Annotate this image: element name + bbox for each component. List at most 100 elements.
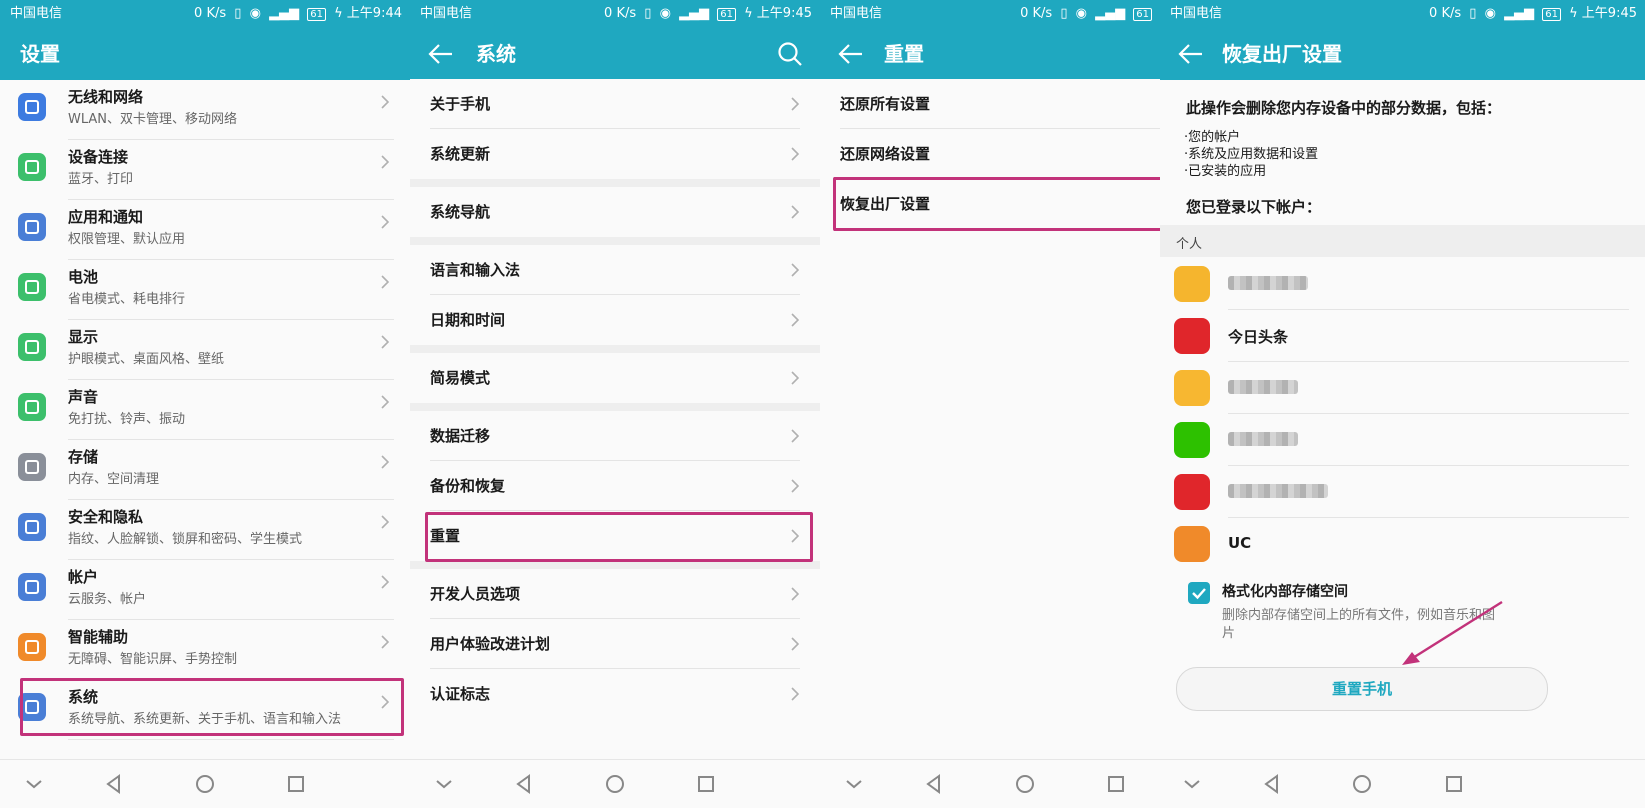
system-item[interactable]: 用户体验改进计划 (410, 619, 820, 669)
reset-item[interactable]: 还原网络设置 (820, 129, 1160, 179)
account-item: UC (1160, 518, 1645, 570)
status-indicators: 0 K/s ▯ ◉ ▂▄▆ 61 (1020, 0, 1152, 28)
nav-recents-icon[interactable] (284, 772, 308, 796)
nav-back-icon[interactable] (1260, 772, 1284, 796)
section-personal: 个人 (1176, 237, 1203, 252)
account-icon (18, 573, 46, 601)
status-indicators: 0 K/s ▯ ◉ ▂▄▆ 61 ϟ 上午9:44 (194, 0, 402, 28)
battery-level: 61 (1133, 8, 1152, 21)
nav-recents-icon[interactable] (694, 772, 718, 796)
group-gap (410, 403, 820, 411)
mail-icon (1174, 370, 1210, 406)
carrier-label: 中国电信 (10, 6, 63, 21)
chevron-right-icon (791, 371, 800, 385)
nav-home-icon[interactable] (1350, 772, 1374, 796)
nav-home-icon[interactable] (603, 772, 627, 796)
nav-bar (410, 759, 820, 808)
chevron-right-icon (381, 575, 390, 589)
back-arrow-icon[interactable] (1176, 40, 1206, 68)
redacted-account-name (1228, 380, 1298, 394)
app-bar: 恢复出厂设置 (1160, 28, 1645, 80)
nav-back-icon[interactable] (512, 772, 536, 796)
system-item-label: 开发人员选项 (430, 585, 521, 603)
settings-item-title: 设备连接 (68, 148, 129, 166)
reset-item[interactable]: 还原所有设置 (820, 79, 1160, 129)
nav-recents-icon[interactable] (1104, 772, 1128, 796)
system-item[interactable]: 日期和时间 (410, 295, 820, 345)
nav-home-icon[interactable] (1013, 772, 1037, 796)
settings-item-title: 存储 (68, 448, 99, 466)
settings-item-subtitle: 省电模式、耗电排行 (68, 292, 186, 307)
system-item-label: 日期和时间 (430, 311, 506, 329)
wechat-icon (1174, 422, 1210, 458)
settings-item[interactable]: 电池省电模式、耗电排行 (0, 260, 410, 320)
search-icon[interactable] (776, 40, 804, 68)
app-bar: 重置 (820, 28, 1160, 80)
system-item[interactable]: 系统更新 (410, 129, 820, 179)
nav-recents-icon[interactable] (1442, 772, 1466, 796)
pointer-arrow-icon (1402, 600, 1503, 665)
account-name: 今日头条 (1228, 328, 1289, 346)
settings-item[interactable]: 智能辅助 无障碍、智能识屏、手势控制 (0, 620, 410, 680)
settings-item[interactable]: 应用和通知 权限管理、默认应用 (0, 200, 410, 260)
back-arrow-icon[interactable] (426, 40, 456, 68)
settings-item[interactable]: 帐户 云服务、帐户 (0, 560, 410, 620)
nav-collapse-icon[interactable] (432, 772, 456, 796)
back-arrow-icon[interactable] (836, 40, 866, 68)
settings-item[interactable]: 无线和网络 WLAN、双卡管理、移动网络 (0, 80, 410, 140)
clock: 上午9:45 (1581, 6, 1637, 21)
chevron-right-icon (381, 395, 390, 409)
account-item (1160, 258, 1645, 310)
settings-item-subtitle: WLAN、双卡管理、移动网络 (68, 112, 238, 127)
page-title: 系统 (476, 42, 516, 66)
redacted-account-name (1228, 432, 1298, 446)
system-item[interactable]: 系统导航 (410, 187, 820, 237)
chevron-right-icon (791, 205, 800, 219)
battery-level: 61 (1542, 8, 1561, 21)
settings-item-title: 应用和通知 (68, 208, 144, 226)
system-item-label: 语言和输入法 (430, 261, 521, 279)
settings-item[interactable]: 设备连接 蓝牙、打印 (0, 140, 410, 200)
nav-collapse-icon[interactable] (22, 772, 46, 796)
settings-item[interactable]: 存储 内存、空间清理 (0, 440, 410, 500)
system-item[interactable]: 关于手机 (410, 79, 820, 129)
nav-back-icon[interactable] (102, 772, 126, 796)
settings-item-title: 电池 (68, 268, 99, 286)
chevron-right-icon (791, 479, 800, 493)
device-connect-icon (18, 153, 46, 181)
nav-collapse-icon[interactable] (1180, 772, 1204, 796)
settings-item[interactable]: 显示 护眼模式、桌面风格、壁纸 (0, 320, 410, 380)
settings-item[interactable]: 声音 免打扰、铃声、振动 (0, 380, 410, 440)
system-item[interactable]: 数据迁移 (410, 411, 820, 461)
chevron-right-icon (791, 687, 800, 701)
battery-level: 61 (717, 8, 736, 21)
chevron-right-icon (791, 147, 800, 161)
chevron-right-icon (791, 637, 800, 651)
system-item[interactable]: 认证标志 (410, 669, 820, 719)
reset-item-label: 还原网络设置 (840, 145, 931, 163)
settings-item-title: 智能辅助 (68, 628, 129, 646)
nav-back-icon[interactable] (922, 772, 946, 796)
clock: 上午9:44 (346, 6, 402, 21)
shield-icon (18, 513, 46, 541)
huawei-icon (1174, 474, 1210, 510)
nav-collapse-icon[interactable] (842, 772, 866, 796)
highlight-factory-reset (833, 177, 1160, 231)
logged-in-label: 您已登录以下帐户： (1186, 198, 1322, 216)
system-item[interactable]: 语言和输入法 (410, 245, 820, 295)
signal-icon: ▂▄▆ (1504, 6, 1535, 21)
system-item[interactable]: 开发人员选项 (410, 569, 820, 619)
system-item[interactable]: 备份和恢复 (410, 461, 820, 511)
account-item: 今日头条 (1160, 310, 1645, 362)
settings-item-subtitle: 内存、空间清理 (68, 472, 160, 487)
format-label: 格式化内部存储空间 (1222, 584, 1348, 600)
display-icon (18, 333, 46, 361)
app-bar: 设置 (0, 28, 410, 80)
system-item[interactable]: 简易模式 (410, 353, 820, 403)
checkbox-checked-icon[interactable] (1188, 582, 1210, 604)
settings-item[interactable]: 安全和隐私 指纹、人脸解锁、锁屏和密码、学生模式 (0, 500, 410, 560)
eye-comfort-icon: ◉ (1075, 6, 1087, 21)
reset-phone-button[interactable]: 重置手机 (1176, 667, 1548, 711)
nav-home-icon[interactable] (193, 772, 217, 796)
net-speed: 0 K/s (1020, 6, 1053, 21)
